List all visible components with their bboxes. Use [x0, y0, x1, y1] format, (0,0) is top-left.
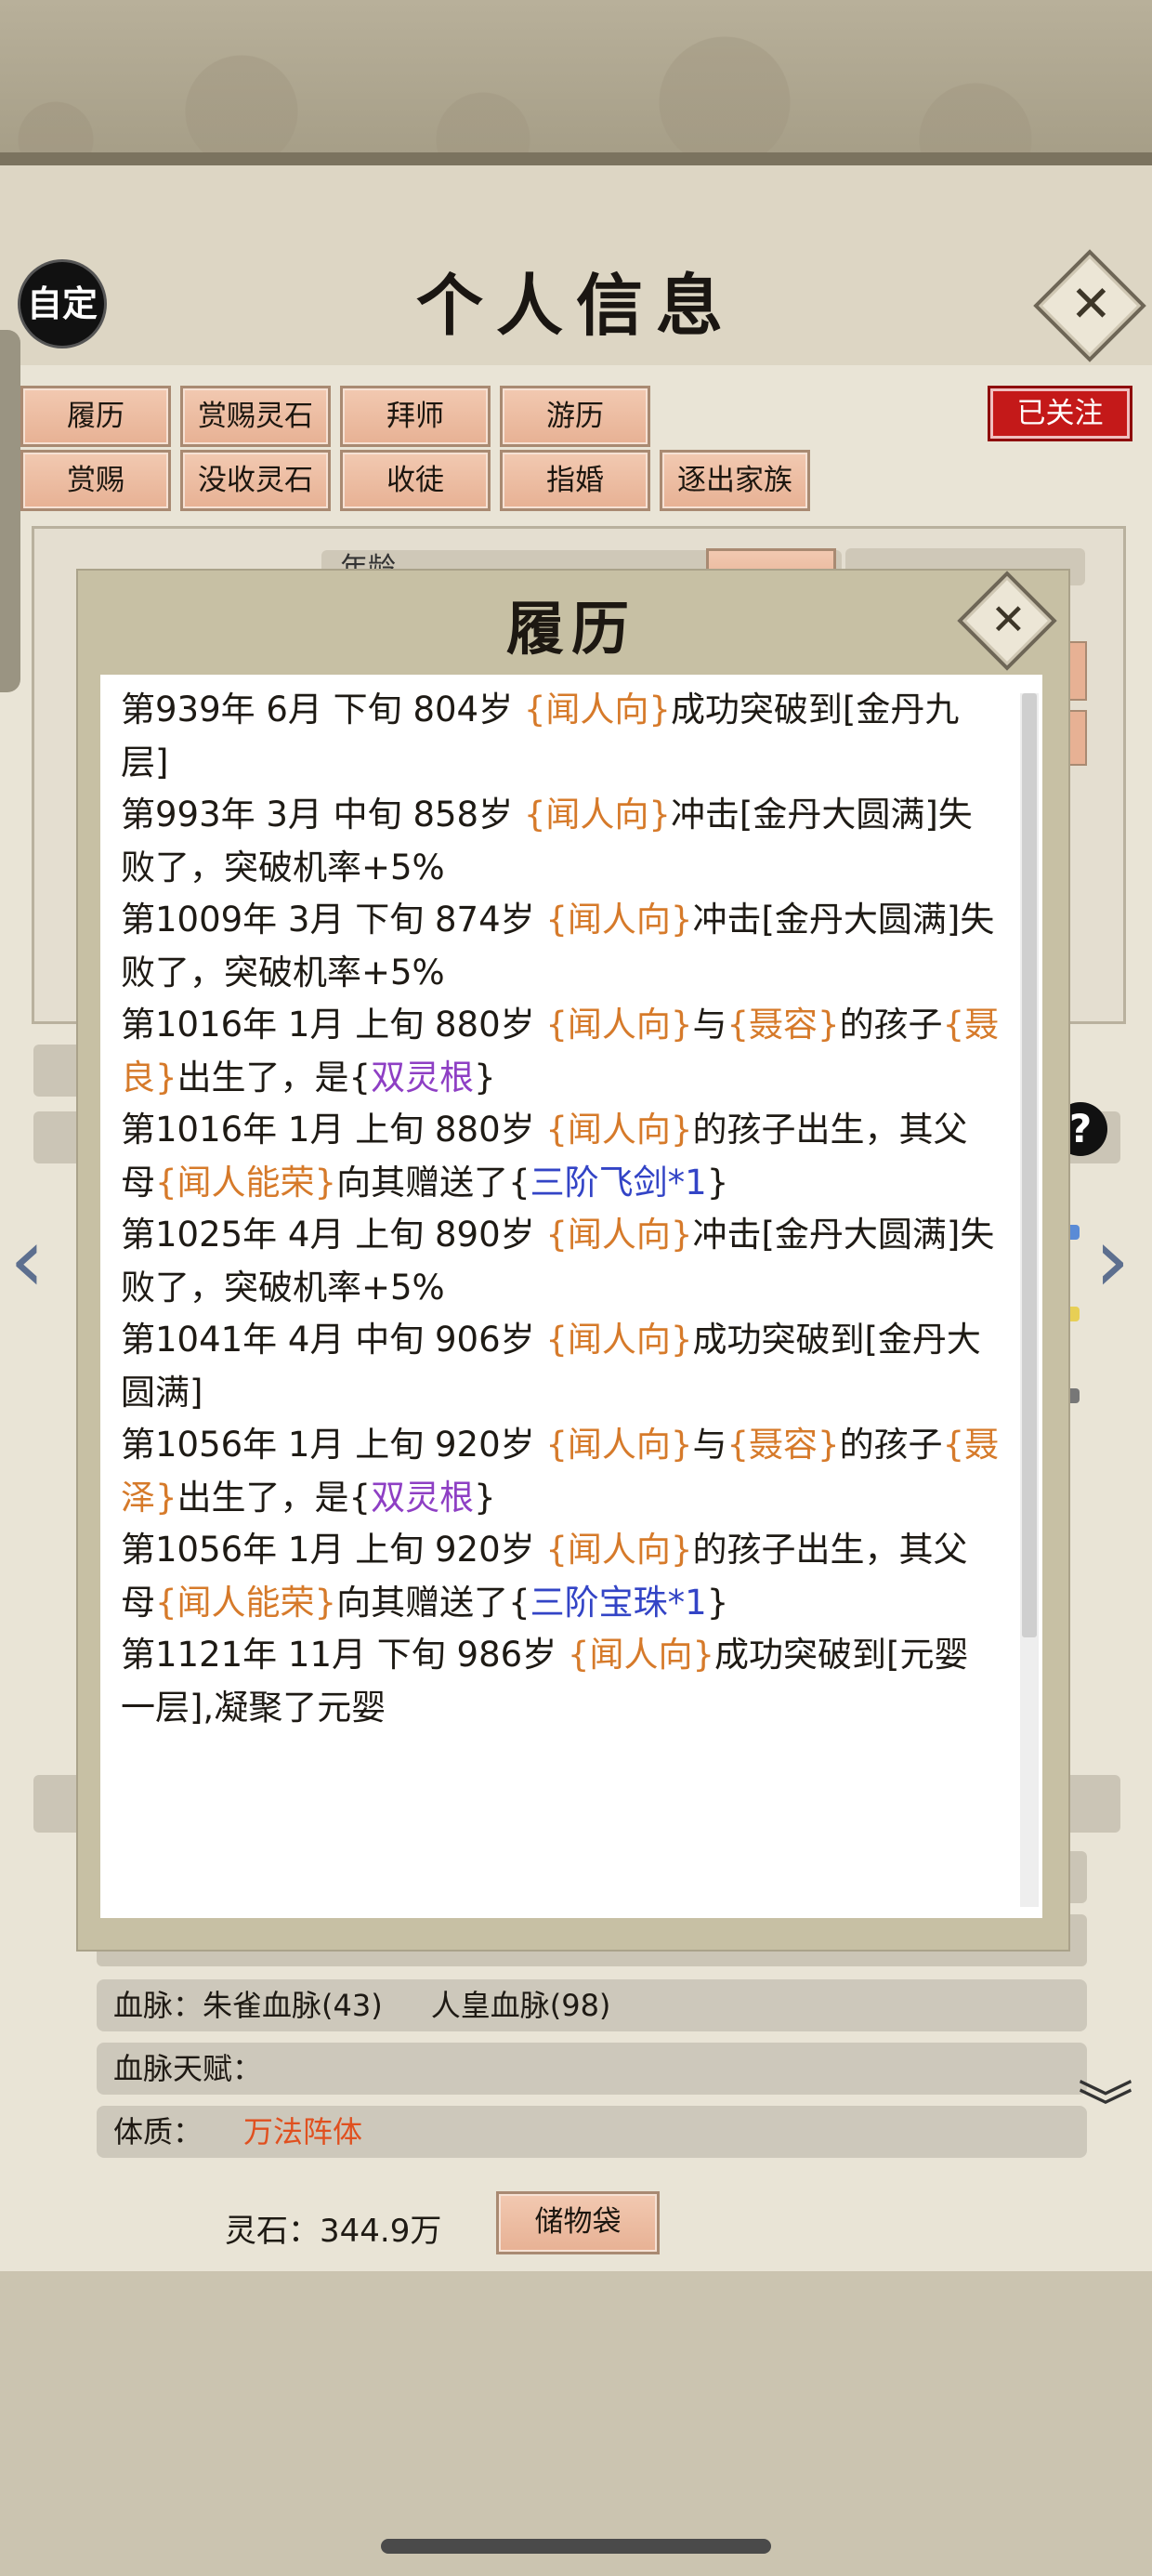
physique-row: 体质： 万法阵体	[97, 2106, 1087, 2158]
modal-title: 履历	[505, 595, 636, 663]
follow-status-badge[interactable]: 已关注	[988, 386, 1132, 441]
physique-label: 体质：	[113, 2114, 203, 2149]
home-indicator[interactable]	[381, 2539, 771, 2554]
bloodline-row: 血脉：朱雀血脉(43) 人皇血脉(98)	[97, 1979, 1087, 2031]
history-entry-segment: {闻人能荣}	[155, 1162, 337, 1203]
arrange-marriage-button[interactable]: 指婚	[500, 450, 650, 511]
history-entry: 第993年 3月 中旬 858岁 {闻人向}冲击[金丹大圆满]失败了，突破机率+…	[121, 789, 1001, 894]
history-entry-segment: 出生了，是{	[177, 1057, 372, 1097]
top-decorative-band	[0, 0, 1152, 165]
history-entry-segment: 第993年 3月 中旬 858岁	[121, 795, 524, 835]
physique-value: 万法阵体	[243, 2114, 363, 2149]
history-button[interactable]: 履历	[20, 386, 171, 447]
history-entry-segment: {闻人能荣}	[155, 1582, 337, 1623]
history-list-panel[interactable]: 第939年 6月 下旬 804岁 {闻人向}成功突破到[金丹九层] 第993年 3…	[100, 675, 1042, 1918]
history-entry-segment: 与	[692, 1005, 727, 1045]
bloodline-talent-label: 血脉天赋：	[113, 2051, 263, 2086]
travel-button[interactable]: 游历	[500, 386, 650, 447]
history-entry: 第1056年 1月 上旬 920岁 {闻人向}与{聂容}的孩子{聂泽}出生了，是…	[121, 1419, 1001, 1524]
history-entry-segment: 三阶宝珠*1	[530, 1582, 707, 1623]
right-arrow-icon[interactable]: ›	[1094, 1214, 1130, 1307]
history-entry: 第1041年 4月 中旬 906岁 {闻人向}成功突破到[金丹大圆满]	[121, 1314, 1001, 1419]
history-entry-segment: }	[474, 1477, 496, 1518]
history-entry-segment: 第1016年 1月 上旬 880岁	[121, 1110, 546, 1150]
history-entry-segment: {闻人向}	[545, 1425, 693, 1465]
history-entry-segment: {聂容}	[727, 1005, 840, 1045]
history-entry: 第1056年 1月 上旬 920岁 {闻人向}的孩子出生，其父母{闻人能荣}向其…	[121, 1524, 1001, 1629]
history-entry: 第1121年 11月 下旬 986岁 {闻人向}成功突破到[元婴一层],凝聚了元…	[121, 1629, 1001, 1734]
history-entry-segment: 第1009年 3月 下旬 874岁	[121, 900, 546, 940]
bottom-area	[0, 2271, 1152, 2576]
history-entry-segment: 向其赠送了{	[336, 1582, 530, 1623]
history-entry-segment: {闻人向}	[523, 690, 671, 729]
reward-lingshi-button[interactable]: 赏赐灵石	[180, 386, 331, 447]
history-entry-segment: 第1056年 1月 上旬 920岁	[121, 1425, 546, 1465]
lingshi-amount: 灵石：344.9万	[225, 2213, 442, 2250]
history-entry-segment: 出生了，是{	[177, 1477, 372, 1518]
history-entry-segment: {闻人向}	[545, 1110, 693, 1150]
history-entry-segment: {聂容}	[727, 1425, 840, 1465]
history-entry-segment: {闻人向}	[545, 900, 693, 940]
history-entry: 第1025年 4月 上旬 890岁 {闻人向}冲击[金丹大圆满]失败了，突破机率…	[121, 1209, 1001, 1314]
close-icon: ✕	[990, 594, 1027, 645]
bloodline-value-1: 朱雀血脉(43)	[203, 1988, 383, 2023]
confiscate-lingshi-button[interactable]: 没收灵石	[180, 450, 331, 511]
history-entry-segment: {闻人向}	[545, 1320, 693, 1360]
history-entry-segment: 的孩子	[839, 1005, 943, 1045]
take-disciple-button[interactable]: 收徒	[340, 450, 491, 511]
history-entry-segment: 双灵根	[371, 1057, 475, 1097]
history-entry-segment: 第1041年 4月 中旬 906岁	[121, 1320, 546, 1360]
history-entry-segment: 三阶飞剑*1	[530, 1162, 707, 1203]
scrollbar-thumb[interactable]	[1022, 693, 1037, 1637]
bloodline-talent-row: 血脉天赋：	[97, 2043, 1087, 2095]
bloodline-label: 血脉：	[113, 1988, 203, 2023]
history-entry-segment: 与	[692, 1425, 727, 1465]
history-entry-segment: }	[474, 1057, 496, 1097]
bloodline-value-2: 人皇血脉(98)	[430, 1988, 611, 2023]
page-title: 个人信息	[415, 266, 736, 345]
double-chevron-down-icon[interactable]: ︾	[1078, 2081, 1133, 2136]
history-entry-segment: 第939年 6月 下旬 804岁	[121, 690, 524, 729]
history-entry-segment: 第1016年 1月 上旬 880岁	[121, 1005, 546, 1045]
expel-from-family-button[interactable]: 逐出家族	[660, 450, 810, 511]
history-entry-segment: 第1056年 1月 上旬 920岁	[121, 1530, 546, 1570]
close-icon: ✕	[1069, 274, 1113, 334]
storage-bag-button[interactable]: 储物袋	[496, 2191, 660, 2254]
left-arrow-icon[interactable]: ‹	[9, 1214, 45, 1307]
history-entry: 第939年 6月 下旬 804岁 {闻人向}成功突破到[金丹九层]	[121, 684, 1001, 789]
history-entry-segment: 向其赠送了{	[336, 1162, 530, 1203]
history-entry-segment: {闻人向}	[545, 1215, 693, 1255]
history-list: 第939年 6月 下旬 804岁 {闻人向}成功突破到[金丹九层] 第993年 3…	[121, 684, 1001, 1734]
history-entry-segment: {闻人向}	[545, 1530, 693, 1570]
history-entry-segment: }	[706, 1162, 729, 1203]
history-entry: 第1016年 1月 上旬 880岁 {闻人向}与{聂容}的孩子{聂良}出生了，是…	[121, 999, 1001, 1104]
sidebar-handle[interactable]	[0, 330, 20, 692]
history-entry-segment: {闻人向}	[567, 1635, 715, 1675]
history-entry-segment: {闻人向}	[523, 795, 671, 835]
history-entry-segment: 第1121年 11月 下旬 986岁	[121, 1635, 568, 1675]
apprentice-button[interactable]: 拜师	[340, 386, 491, 447]
history-entry: 第1016年 1月 上旬 880岁 {闻人向}的孩子出生，其父母{闻人能荣}向其…	[121, 1104, 1001, 1209]
reward-button[interactable]: 赏赐	[20, 450, 171, 511]
history-entry-segment: 的孩子	[839, 1425, 943, 1465]
history-entry: 第1009年 3月 下旬 874岁 {闻人向}冲击[金丹大圆满]失败了，突破机率…	[121, 894, 1001, 999]
history-entry-segment: 第1025年 4月 上旬 890岁	[121, 1215, 546, 1255]
history-entry-segment: }	[706, 1582, 729, 1623]
history-entry-segment: 双灵根	[371, 1477, 475, 1518]
history-entry-segment: {闻人向}	[545, 1005, 693, 1045]
